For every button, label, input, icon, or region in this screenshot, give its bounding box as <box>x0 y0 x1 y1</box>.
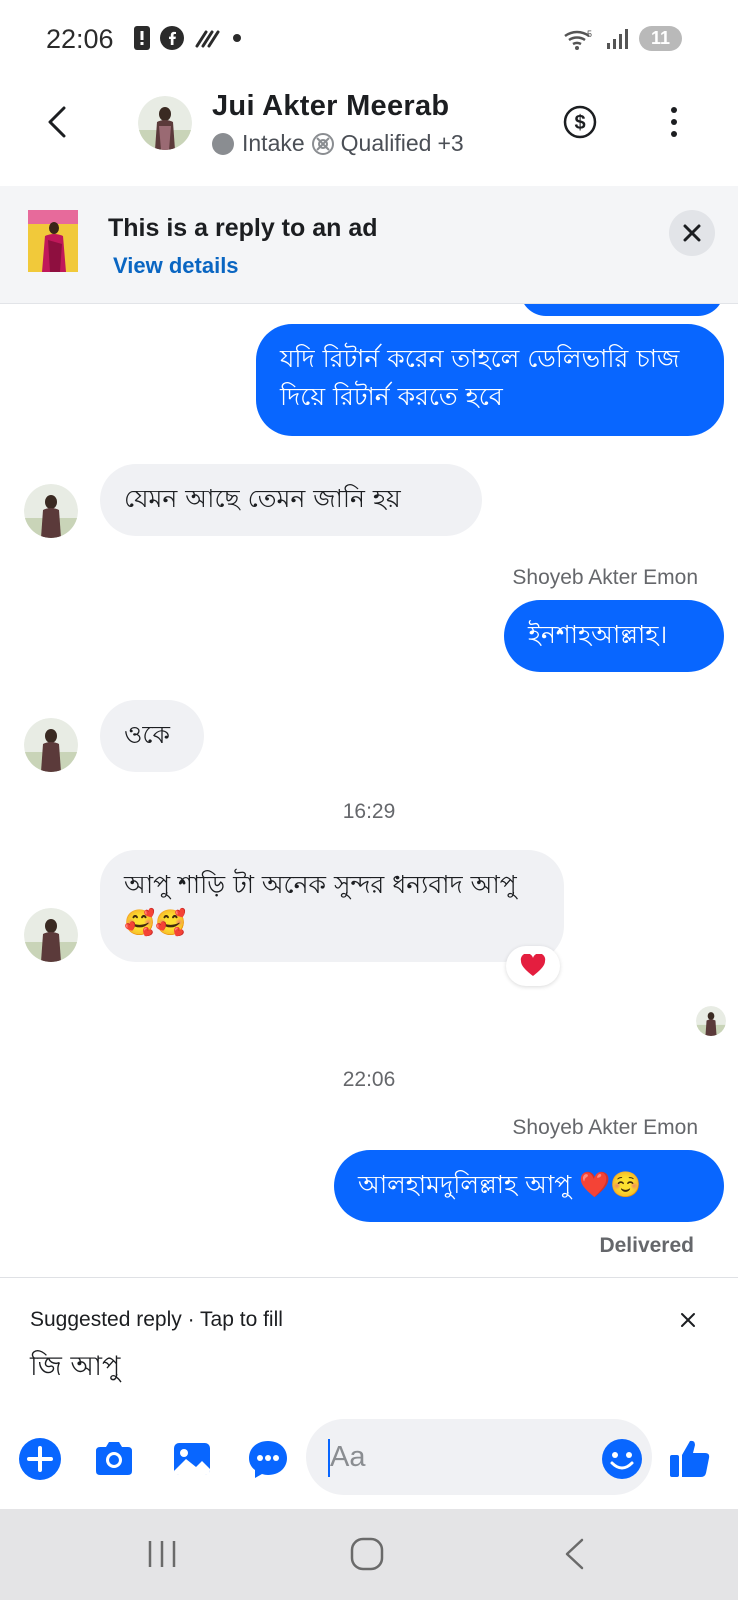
reaction-badge[interactable] <box>506 946 560 986</box>
delivery-status: Delivered <box>599 1234 694 1257</box>
dot-icon <box>233 34 241 42</box>
text-cursor <box>328 1439 330 1477</box>
status-dot-icon <box>212 132 234 155</box>
back-arrow-icon[interactable] <box>40 102 76 142</box>
notification-icons <box>134 26 242 50</box>
wifi-icon: 5 <box>564 29 592 50</box>
emoji-icon[interactable] <box>600 1437 644 1481</box>
message-bubble-incoming[interactable]: ওকে <box>100 700 204 772</box>
avatar[interactable] <box>138 96 192 150</box>
view-details-link[interactable]: View details <box>113 253 239 279</box>
ad-banner-title: This is a reply to an ad <box>108 214 378 242</box>
message-composer <box>0 1417 738 1509</box>
message-bubble-incoming[interactable]: যেমন আছে তেমন জানি হয় <box>100 464 482 536</box>
status-bar: 22:06 5 11 <box>0 0 738 80</box>
heart-icon <box>520 954 546 976</box>
system-navigation-bar <box>0 1509 738 1600</box>
home-icon[interactable] <box>350 1537 384 1571</box>
seen-avatar <box>696 1006 726 1036</box>
camera-icon[interactable] <box>92 1437 136 1481</box>
back-icon[interactable] <box>562 1537 586 1571</box>
tag-qualified: Qualified <box>340 130 432 156</box>
message-bubble-incoming[interactable]: আপু শাড়ি টা অনেক সুন্দর ধন্যবাদ আপু 🥰🥰 <box>100 850 564 962</box>
message-list[interactable]: যদি রিটার্ন করেন তাহলে ডেলিভারি চাজ দিয়… <box>0 304 738 1276</box>
sender-name: Shoyeb Akter Emon <box>512 566 698 589</box>
conversation-header: Jui Akter Meerab Intake Qualified +3 $ <box>0 80 738 186</box>
avatar[interactable] <box>24 908 78 962</box>
battery-icon: 11 <box>638 26 682 51</box>
signal-icon <box>606 28 628 49</box>
avatar[interactable] <box>24 718 78 772</box>
message-bubble-outgoing[interactable]: যদি রিটার্ন করেন তাহলে ডেলিভারি চাজ দিয়… <box>256 324 724 436</box>
suggested-reply-hint: Suggested reply · Tap to fill <box>30 1308 283 1331</box>
close-banner-button[interactable] <box>669 210 715 256</box>
message-bubble-partial <box>520 304 724 316</box>
suggested-reply-text[interactable]: জি আপু <box>30 1346 120 1391</box>
close-icon <box>683 224 701 242</box>
contact-tags[interactable]: Intake Qualified +3 <box>212 130 464 157</box>
qualified-icon <box>311 132 334 155</box>
close-icon[interactable] <box>680 1312 696 1328</box>
timestamp-separator: 22:06 <box>342 1068 396 1091</box>
recent-apps-icon[interactable] <box>146 1539 178 1569</box>
plus-icon[interactable] <box>18 1437 62 1481</box>
thumbs-up-icon[interactable] <box>668 1437 712 1481</box>
facebook-icon <box>160 26 184 50</box>
alert-icon <box>134 26 150 50</box>
ad-thumbnail[interactable] <box>28 210 78 272</box>
message-bubble-outgoing[interactable]: আলহামদুলিল্লাহ আপু ❤️☺️ <box>334 1150 724 1222</box>
sender-name: Shoyeb Akter Emon <box>512 1116 698 1139</box>
tag-more: +3 <box>437 130 464 156</box>
contact-name[interactable]: Jui Akter Meerab <box>212 90 449 123</box>
gallery-icon[interactable] <box>170 1437 214 1481</box>
avatar[interactable] <box>24 484 78 538</box>
svg-text:5: 5 <box>587 29 592 39</box>
suggested-reply-panel: Suggested reply · Tap to fill জি আপু <box>0 1277 738 1417</box>
dollar-icon[interactable]: $ <box>562 104 598 140</box>
svg-text:$: $ <box>574 112 585 134</box>
status-time: 22:06 <box>46 24 114 54</box>
timestamp-separator: 16:29 <box>342 800 396 823</box>
system-icons: 5 11 <box>563 26 682 51</box>
more-options-icon[interactable] <box>664 104 684 140</box>
message-bubble-outgoing[interactable]: ইনশাহআল্লাহ। <box>504 600 724 672</box>
tag-intake: Intake <box>242 130 305 156</box>
ad-reply-banner: This is a reply to an ad View details <box>0 186 738 304</box>
chat-bubble-icon[interactable] <box>246 1437 290 1481</box>
stylus-icon <box>195 30 220 48</box>
